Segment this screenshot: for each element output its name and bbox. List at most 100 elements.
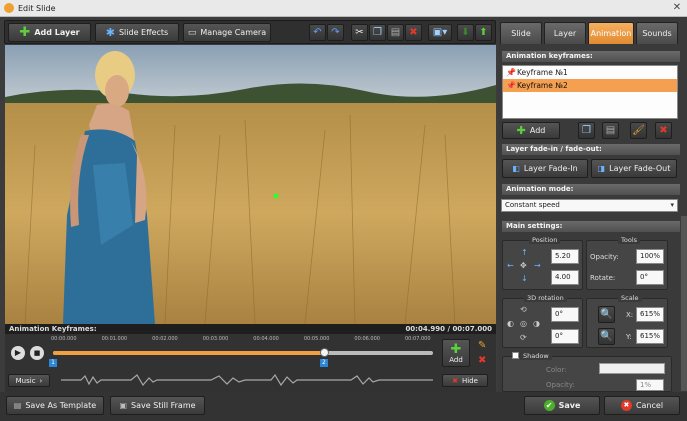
keyframe-marker[interactable]: 2 [319, 359, 328, 367]
scale-y-label: Y: [626, 333, 632, 341]
add-keyframe-button[interactable]: ✚ Add [442, 339, 470, 367]
main-toolbar: ✚ Add Layer ✱ Slide Effects ▭ Manage Cam… [4, 20, 496, 44]
arrow-up-icon[interactable]: ↑ [521, 248, 528, 257]
timeline-tick-label: 00:00.000 [51, 336, 77, 342]
scale-x-input[interactable]: 615% [636, 307, 664, 322]
slide-effects-button[interactable]: ✱ Slide Effects [95, 23, 179, 42]
opacity-input[interactable]: 100% [636, 249, 664, 264]
manage-camera-button[interactable]: ▭ Manage Camera [183, 23, 271, 42]
list-item[interactable]: 📌 Keyframe №2 [503, 79, 677, 92]
sparkle-icon: ✱ [105, 26, 115, 39]
timeline-tick-label: 00:03.000 [202, 336, 229, 342]
save-still-frame-button[interactable]: ▣ Save Still Frame [110, 396, 205, 415]
edit-icon[interactable]: ✎ [478, 340, 486, 351]
tab-layer[interactable]: Layer [544, 22, 586, 44]
position-x-input[interactable]: 5.20 [551, 249, 579, 264]
rotate-x-icon[interactable]: ⟲ [520, 305, 527, 314]
rotate-center-icon[interactable]: ◎ [520, 319, 527, 328]
arrow-down-icon[interactable]: ↓ [521, 274, 528, 283]
paste-icon[interactable]: ▤ [387, 24, 404, 41]
cut-icon[interactable]: ✂ [351, 24, 368, 41]
tab-sounds[interactable]: Sounds [636, 22, 678, 44]
cancel-button[interactable]: ✖ Cancel [604, 396, 680, 415]
timeline-scrubber[interactable] [319, 348, 329, 357]
copy-icon[interactable]: ❐ [369, 24, 386, 41]
current-time: 00:04.990 [405, 325, 445, 333]
save-button[interactable]: ✔ Save [524, 396, 600, 415]
mode-header: Animation mode: [502, 184, 680, 195]
shadow-color-label: Color: [546, 366, 567, 374]
zoom-out-icon[interactable]: 🔍 [598, 328, 615, 345]
scale-y-input[interactable]: 615% [636, 329, 664, 344]
slide-preview[interactable] [5, 45, 496, 324]
close-icon: ✖ [452, 376, 458, 385]
delete-icon[interactable]: ✖ [405, 24, 422, 41]
title-bar: Edit Slide ✕ [0, 0, 687, 17]
shadow-checkbox[interactable] [512, 352, 519, 359]
rotate-right-icon[interactable]: ◑ [533, 319, 540, 328]
save-template-button[interactable]: ▤ Save As Template [6, 396, 104, 415]
frame-icon: ▣ [119, 401, 128, 410]
rotation-pad[interactable]: ⟲ ◐ ◎ ◑ ⟳ [507, 305, 543, 343]
rotate-y-icon[interactable]: ⟳ [520, 333, 527, 342]
settings-scrollbar[interactable] [681, 216, 687, 391]
move-down-icon[interactable]: ⬇ [457, 24, 474, 41]
app-icon [4, 3, 14, 13]
rotate-input[interactable]: 0° [636, 270, 664, 285]
redo-icon[interactable]: ↷ [327, 24, 344, 41]
camera-icon: ▭ [187, 27, 197, 38]
move-up-icon[interactable]: ⬆ [475, 24, 492, 41]
cancel-icon: ✖ [620, 400, 632, 411]
play-icon[interactable]: ▶ [11, 346, 25, 360]
arrow-right-icon[interactable]: → [534, 261, 541, 270]
timeline-progress [53, 351, 324, 355]
delete-keyframe-icon[interactable]: ✖ [478, 355, 486, 366]
music-button[interactable]: Music › [8, 374, 50, 387]
keyframe-list: 📌 Keyframe №1 📌 Keyframe №2 [502, 65, 678, 119]
animation-mode-select[interactable]: Constant speed ▾ [501, 199, 678, 212]
tab-animation[interactable]: Animation [588, 22, 634, 44]
position-y-input[interactable]: 4.00 [551, 270, 579, 285]
timeline-track[interactable] [53, 348, 433, 357]
center-icon[interactable]: ✥ [520, 261, 527, 270]
tab-slide[interactable]: Slide [500, 22, 542, 44]
plus-icon: ✚ [516, 124, 526, 137]
paste-icon[interactable]: ▤ [602, 122, 619, 139]
timeline-tick-label: 00:05.000 [303, 336, 330, 342]
shadow-color-swatch[interactable] [599, 363, 665, 374]
keyframes-header: Animation keyframes: [502, 51, 680, 62]
add-keyframe-button[interactable]: ✚ Add [502, 122, 560, 139]
fade-in-icon: ◧ [512, 164, 520, 173]
close-icon[interactable]: ✕ [670, 2, 684, 14]
fade-out-button[interactable]: ◨ Layer Fade-Out [591, 159, 677, 178]
rotation-y-input[interactable]: 0° [551, 329, 579, 344]
timeline-tick-label: 00:04.000 [253, 336, 279, 342]
template-icon: ▤ [13, 401, 22, 410]
plus-icon: ✚ [450, 341, 462, 357]
rotation-3d-label: 3D rotation [524, 294, 567, 302]
delete-icon[interactable]: ✖ [655, 122, 672, 139]
fade-out-icon: ◨ [597, 164, 606, 173]
fade-in-button[interactable]: ◧ Layer Fade-In [502, 159, 588, 178]
opacity-label: Opacity: [590, 253, 619, 261]
hide-button[interactable]: ✖ Hide [442, 374, 488, 387]
keyframe-marker[interactable]: 1 [49, 359, 57, 367]
timeline-ruler: 00:00.000 00:01.000 00:02.000 00:03.000 00:0… [51, 336, 431, 344]
zoom-in-icon[interactable]: 🔍 [598, 306, 615, 323]
stop-icon[interactable]: ■ [30, 346, 44, 360]
timeline-tick-label: 00:06.000 [354, 336, 380, 342]
arrow-left-icon[interactable]: ← [507, 261, 514, 270]
direction-pad[interactable]: ↑ ← ✥ → ↓ [507, 248, 543, 284]
undo-icon[interactable]: ↶ [309, 24, 326, 41]
copy-icon[interactable]: ❐ [578, 122, 595, 139]
shadow-label: Shadow [520, 352, 552, 360]
rotate-left-icon[interactable]: ◐ [507, 319, 514, 328]
total-time: 00:07.000 [452, 325, 492, 333]
brush-icon[interactable]: 🖌 [630, 122, 647, 139]
add-layer-button[interactable]: ✚ Add Layer [8, 23, 91, 42]
shadow-opacity-input[interactable]: 1% [636, 379, 664, 391]
rotation-x-input[interactable]: 0° [551, 307, 579, 322]
align-dropdown-icon[interactable]: ▣▾ [428, 24, 452, 41]
list-item[interactable]: 📌 Keyframe №1 [503, 66, 677, 79]
timeline-header: Animation Keyframes: 00:04.990 / 00:07.0… [5, 324, 496, 334]
